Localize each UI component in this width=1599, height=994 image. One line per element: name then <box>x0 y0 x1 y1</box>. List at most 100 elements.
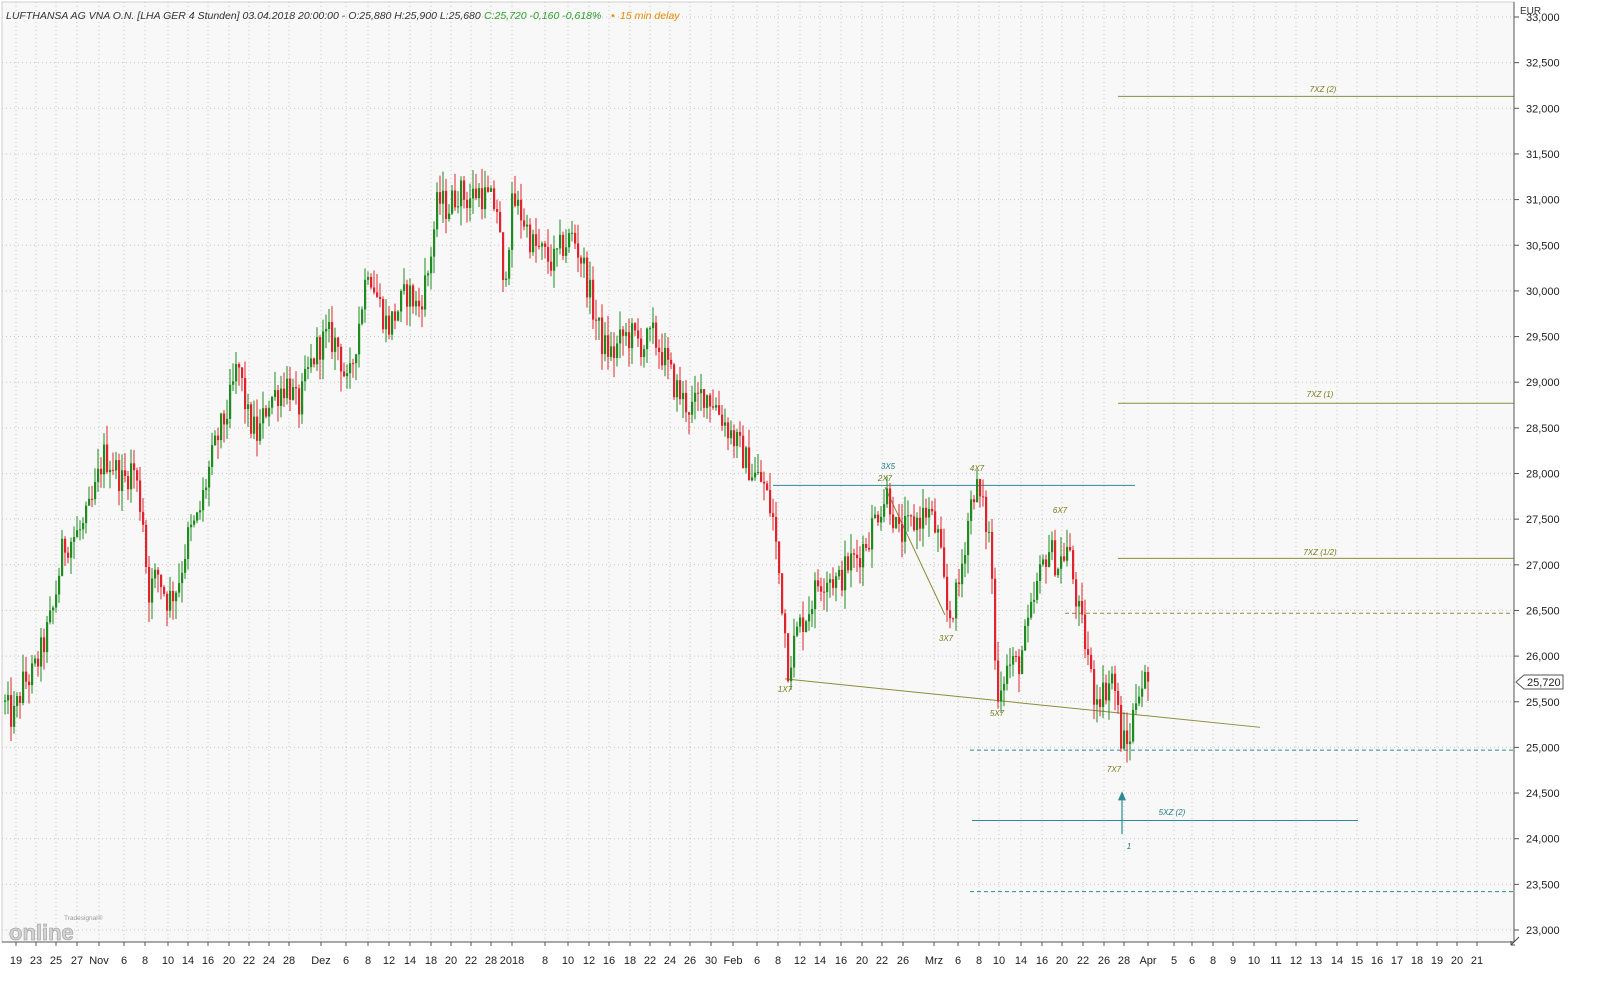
x-tick-label: Feb <box>724 955 743 967</box>
candle-body <box>322 331 325 360</box>
x-tick-label: 12 <box>383 955 395 967</box>
candle-body <box>541 243 544 247</box>
candle-body <box>244 378 247 410</box>
x-tick-label: 26 <box>897 955 909 967</box>
candle-body <box>589 279 592 298</box>
annotation-label: 2X7 <box>877 474 893 483</box>
candle-body <box>532 234 535 253</box>
candle-body <box>817 580 820 587</box>
candle-body <box>856 554 859 559</box>
candle-body <box>835 576 838 588</box>
candle-body <box>631 323 634 349</box>
candle-body <box>730 430 733 439</box>
candle-body <box>904 515 907 542</box>
candle-body <box>706 395 709 408</box>
candle-body <box>448 213 451 219</box>
candle-body <box>565 247 568 256</box>
candle-body <box>709 395 712 407</box>
x-tick-label: 24 <box>664 955 676 967</box>
candle-body <box>559 234 562 249</box>
candle-body <box>952 618 955 620</box>
candle-body <box>79 529 82 531</box>
candle-body <box>130 463 133 490</box>
annotation-label: 7XZ (1/2) <box>1303 548 1337 557</box>
candle-body <box>811 609 814 615</box>
candle-body <box>742 435 745 468</box>
x-tick-label: 6 <box>754 955 760 967</box>
candle-body <box>874 514 877 519</box>
x-tick-label: 12 <box>1290 955 1302 967</box>
candle-body <box>598 317 601 321</box>
delay-bullet: • <box>611 10 615 22</box>
candle-body <box>115 460 118 471</box>
y-tick-label: 24,500 <box>1526 788 1560 800</box>
candle-body <box>259 423 262 441</box>
candle-body <box>1144 671 1147 689</box>
x-tick-label: 16 <box>1036 955 1048 967</box>
y-tick-label: 29,500 <box>1526 332 1560 344</box>
candle-body <box>892 514 895 529</box>
x-tick-label: 11 <box>1270 955 1281 967</box>
candle-body <box>460 180 463 207</box>
candle-body <box>988 531 991 533</box>
candle-body <box>898 517 901 524</box>
candle-body <box>1108 683 1111 701</box>
candle-body <box>352 363 355 365</box>
candle-body <box>1087 649 1090 655</box>
y-tick-label: 29,000 <box>1526 377 1560 389</box>
x-tick-label: 10 <box>162 955 174 967</box>
price-chart[interactable]: 1X7 2X7 3X5 3X7 4X7 5X7 6X7 7X7 7XZ (2) 7XZ (1) 7X… <box>0 0 1599 989</box>
candle-body <box>913 516 916 531</box>
candle-body <box>544 243 547 247</box>
candle-body <box>1063 556 1066 561</box>
x-tick-label: 16 <box>835 955 847 967</box>
x-tick-label: 15 <box>1351 955 1363 967</box>
candle-body <box>361 309 364 324</box>
candle-body <box>868 547 871 550</box>
candle-body <box>163 587 166 594</box>
candle-body <box>853 553 856 555</box>
candle-body <box>136 470 139 481</box>
candle-body <box>625 332 628 336</box>
candle-body <box>745 447 748 468</box>
candle-body <box>442 190 445 204</box>
candle-body <box>109 469 112 473</box>
candle-body <box>694 392 697 402</box>
candle-body <box>157 569 160 575</box>
candle-body <box>595 319 598 321</box>
candle-body <box>838 569 841 577</box>
candle-body <box>379 296 382 299</box>
candle-body <box>1099 699 1102 708</box>
y-tick-label: 27,500 <box>1526 514 1560 526</box>
candle-body <box>493 188 496 210</box>
x-tick-label: 26 <box>1098 955 1110 967</box>
candle-body <box>277 390 280 406</box>
candle-body <box>982 496 985 498</box>
candle-body <box>1000 690 1003 702</box>
candle-body <box>685 392 688 413</box>
candle-body <box>655 322 658 348</box>
candle-body <box>124 470 127 477</box>
candle-body <box>1123 730 1126 749</box>
candle-body <box>421 306 424 310</box>
candle-body <box>643 349 646 357</box>
y-tick-label: 31,500 <box>1526 149 1560 161</box>
candle-body <box>478 188 481 199</box>
x-tick-label: 18 <box>425 955 437 967</box>
candle-body <box>1147 671 1150 682</box>
y-tick-label: 30,500 <box>1526 240 1560 252</box>
candle-body <box>1102 682 1105 708</box>
candle-body <box>436 192 439 230</box>
x-tick-label: Dez <box>311 955 331 967</box>
x-tick-label: Nov <box>89 955 109 967</box>
candle-body <box>481 188 484 210</box>
candle-body <box>919 517 922 529</box>
candle-body <box>433 229 436 257</box>
candle-body <box>955 582 958 619</box>
candle-body <box>469 198 472 209</box>
candle-body <box>292 387 295 400</box>
annotation-label: 3X7 <box>939 634 954 643</box>
candle-body <box>607 335 610 357</box>
candle-body <box>1024 625 1027 651</box>
candle-body <box>268 407 271 417</box>
